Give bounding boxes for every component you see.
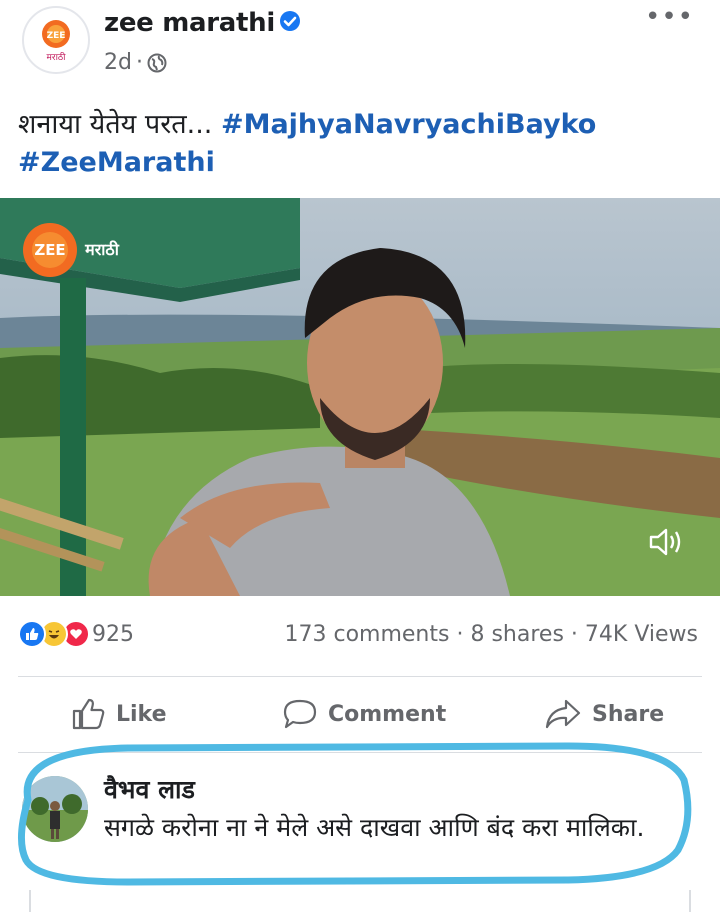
like-icon <box>18 620 46 648</box>
globe-icon <box>147 53 167 72</box>
volume-icon[interactable] <box>648 526 684 558</box>
post-stats: 925 173 comments · 8 shares · 74K Views <box>0 612 720 656</box>
like-icon <box>72 698 105 730</box>
watermark-marathi: मराठी <box>84 240 120 259</box>
views-count: 74K Views <box>584 622 698 647</box>
stats-separator: · <box>456 622 464 647</box>
avatar-logo-top: ZEE <box>47 31 66 41</box>
verified-badge-icon <box>280 10 301 31</box>
like-label: Like <box>116 701 167 727</box>
post-video[interactable]: ZEE मराठी <box>0 198 720 596</box>
footer-bar <box>0 890 720 912</box>
share-icon <box>545 699 581 729</box>
page-name[interactable]: zee marathi <box>104 8 301 38</box>
comment-button[interactable]: Comment <box>282 698 446 730</box>
watermark-zee: ZEE <box>34 241 65 259</box>
shares-count[interactable]: 8 shares <box>470 622 563 647</box>
engagement-stats: 173 comments · 8 shares · 74K Views <box>285 622 699 647</box>
like-button[interactable]: Like <box>72 698 167 730</box>
video-watermark: ZEE मराठी <box>22 222 132 278</box>
comment-highlight-outline <box>18 742 692 886</box>
comment-label: Comment <box>328 701 447 727</box>
share-label: Share <box>592 701 665 727</box>
avatar-logo-bottom: मराठी <box>47 51 67 63</box>
hashtag-link[interactable]: #ZeeMarathi <box>18 147 215 178</box>
caption-text: शनाया येतेय परत... <box>18 109 221 140</box>
post-header: ZEE मराठी zee marathi 2d · ••• <box>0 0 720 92</box>
zee-marathi-logo: ZEE मराठी <box>42 20 70 63</box>
page-name-text[interactable]: zee marathi <box>104 8 275 38</box>
divider <box>18 676 702 677</box>
hashtag-link[interactable]: #MajhyaNavryachiBayko <box>221 109 596 140</box>
reaction-icons[interactable] <box>18 620 90 648</box>
post-meta: 2d · <box>104 50 167 75</box>
post-caption: शनाया येतेय परत... #MajhyaNavryachiBayko… <box>18 106 708 182</box>
post-actions: Like Comment Share <box>0 686 720 746</box>
page-avatar[interactable]: ZEE मराठी <box>22 6 90 74</box>
meta-separator: · <box>135 50 143 75</box>
more-options-icon[interactable]: ••• <box>645 4 694 30</box>
post-time[interactable]: 2d <box>104 50 132 75</box>
comments-count[interactable]: 173 comments <box>285 622 450 647</box>
reaction-count[interactable]: 925 <box>92 622 134 647</box>
share-button[interactable]: Share <box>544 698 664 730</box>
stats-separator: · <box>570 622 578 647</box>
comment-icon <box>283 699 317 729</box>
